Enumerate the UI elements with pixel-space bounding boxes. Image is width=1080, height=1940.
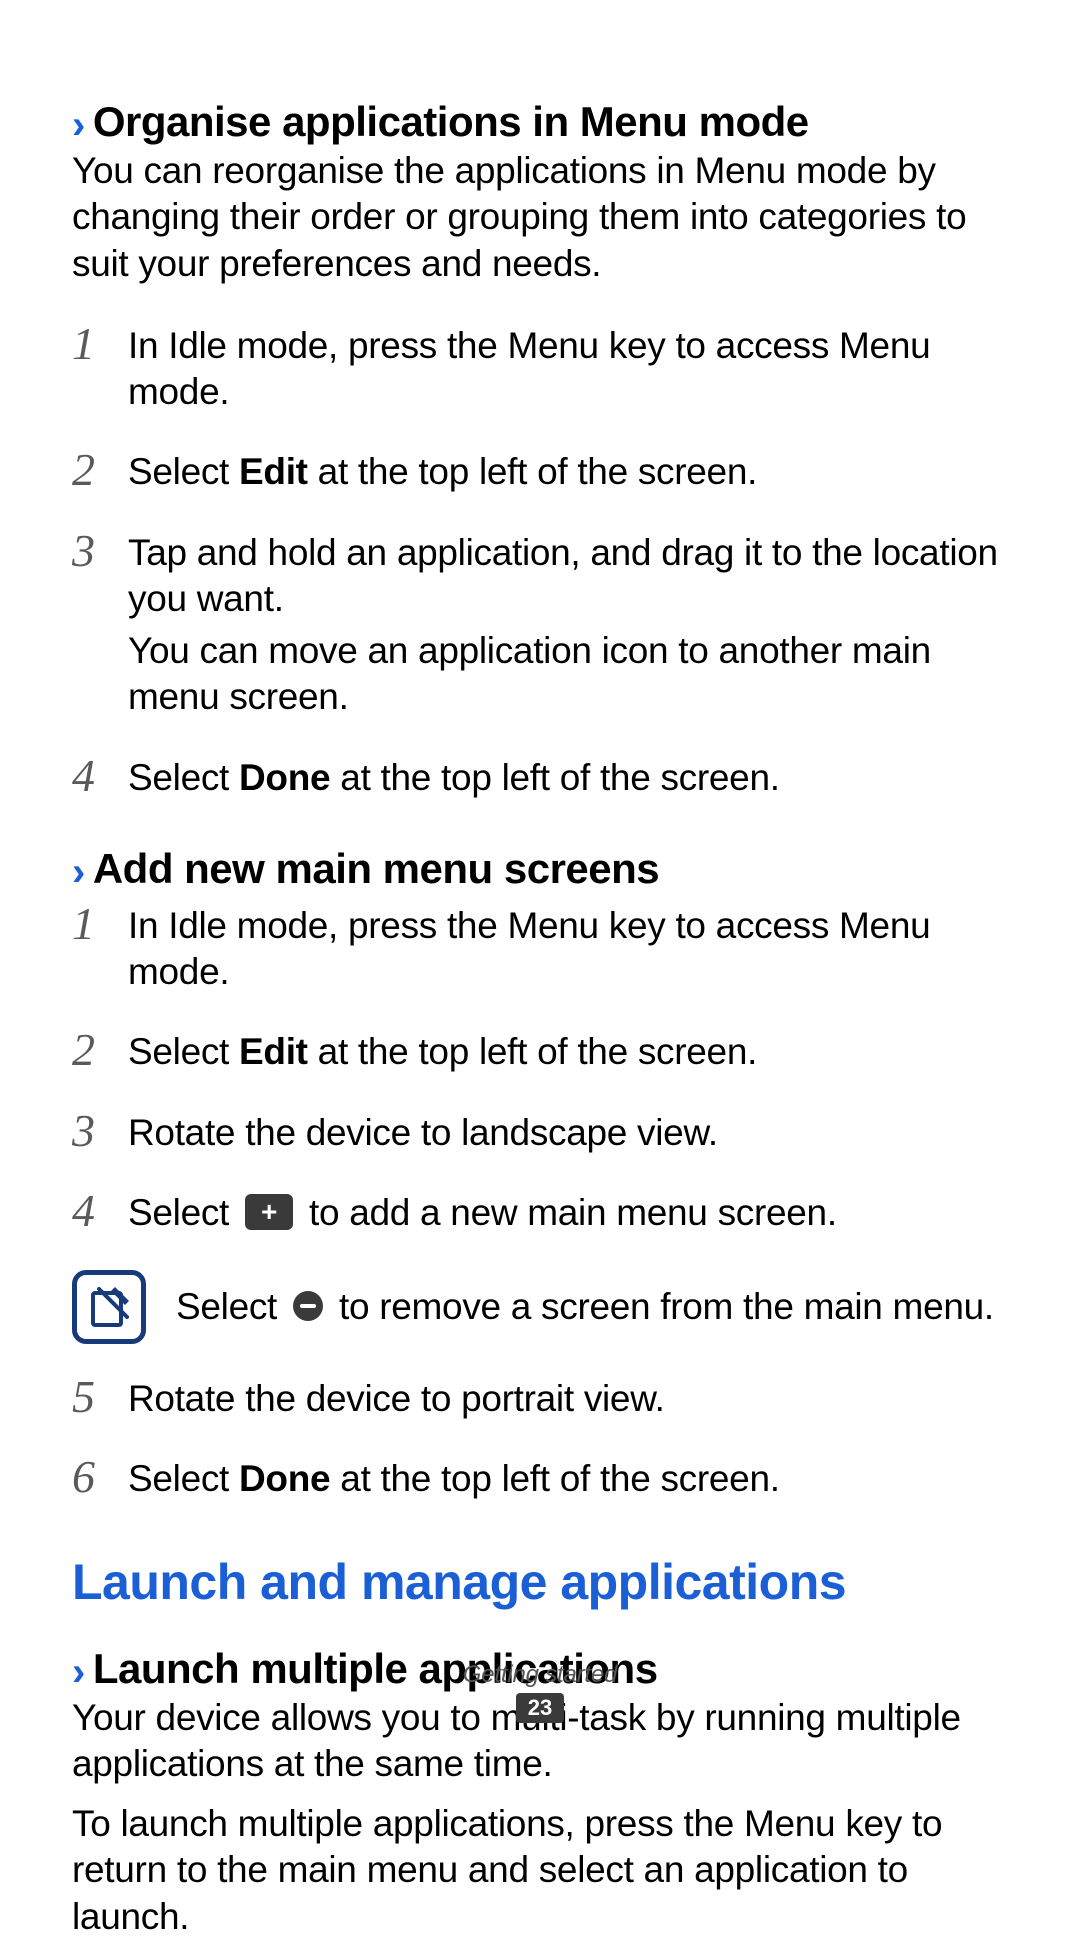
keyword-done: Done [239,757,330,798]
page-number-badge: 23 [516,1693,564,1723]
step-text: Rotate the device to portrait view. [128,1376,1008,1422]
step-number: 2 [72,1027,128,1073]
list-item: 2 Select Edit at the top left of the scr… [72,1029,1008,1075]
list-item: 4 Select Done at the top left of the scr… [72,755,1008,801]
step-number: 1 [72,321,128,367]
plus-icon: + [245,1194,293,1230]
step-text: Select Edit at the top left of the scree… [128,1029,1008,1075]
organise-steps: 1 In Idle mode, press the Menu key to ac… [72,323,1008,801]
chevron-icon: › [72,105,85,145]
keyword-edit: Edit [239,451,308,492]
list-item: 1 In Idle mode, press the Menu key to ac… [72,903,1008,996]
minus-circle-icon [293,1291,323,1321]
step-number: 2 [72,447,128,493]
list-item: 3 Rotate the device to landscape view. [72,1110,1008,1156]
step-number: 4 [72,1188,128,1234]
keyword-done: Done [239,1458,330,1499]
heading-organise: › Organise applications in Menu mode [72,98,1008,146]
step-number: 3 [72,528,128,574]
step-text: Select Edit at the top left of the scree… [128,449,1008,495]
keyword-edit: Edit [239,1031,308,1072]
step-text: Rotate the device to landscape view. [128,1110,1008,1156]
step-number: 3 [72,1108,128,1154]
heading-launch-manage: Launch and manage applications [72,1553,1008,1611]
list-item: 1 In Idle mode, press the Menu key to ac… [72,323,1008,416]
step-number: 5 [72,1374,128,1420]
list-item: 6 Select Done at the top left of the scr… [72,1456,1008,1502]
step-text: In Idle mode, press the Menu key to acce… [128,323,1008,416]
page-footer: Getting started 23 [0,1661,1080,1723]
step-text: Tap and hold an application, and drag it… [128,530,1008,721]
step-text: In Idle mode, press the Menu key to acce… [128,903,1008,996]
step-number: 1 [72,901,128,947]
step-number: 6 [72,1454,128,1500]
note: Select to remove a screen from the main … [72,1270,1008,1344]
addscreens-steps-after: 5 Rotate the device to portrait view. 6 … [72,1376,1008,1503]
list-item: 5 Rotate the device to portrait view. [72,1376,1008,1422]
heading-addscreens-text: Add new main menu screens [93,845,659,893]
step-number: 4 [72,753,128,799]
organise-intro: You can reorganise the applications in M… [72,148,1008,287]
chevron-icon: › [72,852,85,892]
addscreens-steps: 1 In Idle mode, press the Menu key to ac… [72,903,1008,1236]
launch-p2: To launch multiple applications, press t… [72,1801,1008,1940]
list-item: 4 Select + to add a new main menu screen… [72,1190,1008,1236]
manual-page: › Organise applications in Menu mode You… [0,0,1080,1771]
step-subnote: You can move an application icon to anot… [128,628,1008,721]
list-item: 2 Select Edit at the top left of the scr… [72,449,1008,495]
note-text: Select to remove a screen from the main … [176,1286,1008,1328]
note-icon [72,1270,146,1344]
step-text: Select Done at the top left of the scree… [128,1456,1008,1502]
heading-addscreens: › Add new main menu screens [72,845,1008,893]
footer-section-label: Getting started [0,1661,1080,1689]
step-text: Select Done at the top left of the scree… [128,755,1008,801]
heading-organise-text: Organise applications in Menu mode [93,98,809,146]
list-item: 3 Tap and hold an application, and drag … [72,530,1008,721]
step-text: Select + to add a new main menu screen. [128,1190,1008,1236]
